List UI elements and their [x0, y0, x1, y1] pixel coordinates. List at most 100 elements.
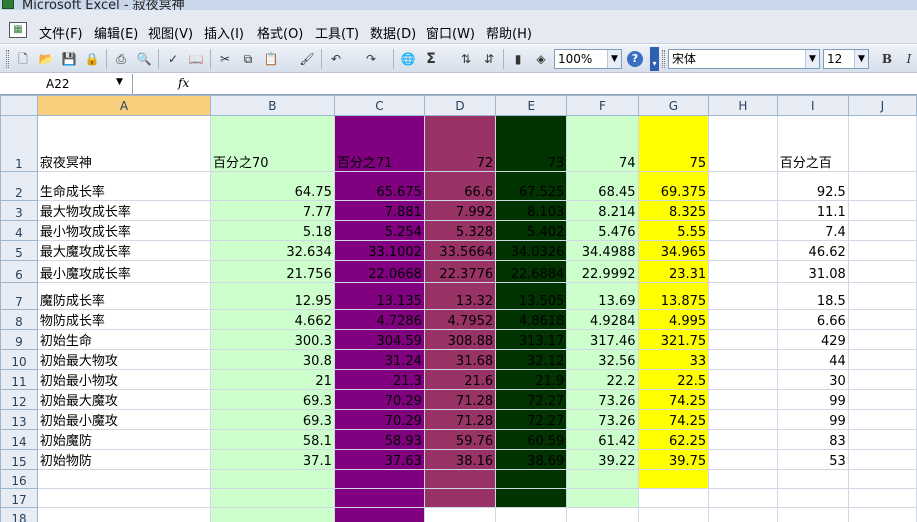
cell-d3[interactable]: 7.992 — [423, 200, 497, 221]
row-header[interactable]: 17 — [0, 488, 38, 508]
cell-c5[interactable]: 33.1002 — [333, 240, 425, 261]
cell-g6[interactable]: 23.31 — [637, 260, 710, 283]
cell-b6[interactable]: 21.756 — [209, 260, 335, 283]
cell-j17[interactable] — [847, 488, 917, 508]
cell-b12[interactable]: 69.3 — [209, 389, 335, 410]
cell-c9[interactable]: 304.59 — [333, 329, 425, 350]
toolbar-grip[interactable] — [6, 50, 9, 68]
cell-g5[interactable]: 34.965 — [637, 240, 710, 261]
cell-j6[interactable] — [847, 260, 917, 283]
cell-d4[interactable]: 5.328 — [423, 220, 497, 241]
sort-ascending-icon[interactable]: ⇅ — [457, 50, 475, 68]
cell-c7[interactable]: 13.135 — [333, 282, 425, 310]
workbook-icon[interactable]: ▦ — [9, 22, 27, 38]
cell-j7[interactable] — [847, 282, 917, 310]
cell-g3[interactable]: 8.325 — [637, 200, 710, 221]
cell-a11[interactable]: 初始最小物攻 — [36, 369, 211, 390]
cell-g1[interactable]: 75 — [637, 115, 710, 172]
chevron-down-icon[interactable]: ▼ — [116, 77, 123, 87]
cell-c18[interactable] — [333, 507, 425, 522]
font-size-select[interactable]: 12 ▼ — [823, 49, 869, 69]
row-header[interactable]: 5 — [0, 240, 38, 261]
cell-e13[interactable]: 72.27 — [495, 409, 568, 430]
cell-j9[interactable] — [847, 329, 917, 350]
cell-e6[interactable]: 22.6884 — [495, 260, 568, 283]
cell-i14[interactable]: 83 — [776, 429, 849, 450]
format-painter-icon[interactable]: 🖌 — [298, 50, 316, 68]
cell-i2[interactable]: 92.5 — [776, 171, 849, 201]
column-header-i[interactable]: I — [776, 95, 849, 116]
cell-h12[interactable] — [708, 389, 778, 410]
cell-a10[interactable]: 初始最大物攻 — [36, 349, 211, 370]
cell-c17[interactable] — [333, 488, 425, 508]
cell-e8[interactable]: 4.8618 — [495, 309, 568, 330]
cell-b3[interactable]: 7.77 — [209, 200, 335, 221]
cell-d17[interactable] — [423, 488, 497, 508]
cell-h15[interactable] — [708, 449, 778, 470]
cell-e12[interactable]: 72.27 — [495, 389, 568, 410]
cell-h5[interactable] — [708, 240, 778, 261]
cell-e9[interactable]: 313.17 — [495, 329, 568, 350]
cell-c2[interactable]: 65.675 — [333, 171, 425, 201]
cell-e10[interactable]: 32.12 — [495, 349, 568, 370]
toolbar-options-button[interactable]: ▾ — [650, 47, 659, 71]
cell-c15[interactable]: 37.63 — [333, 449, 425, 470]
cell-b7[interactable]: 12.95 — [209, 282, 335, 310]
row-header[interactable]: 1 — [0, 115, 38, 172]
menu-insert[interactable]: 插入(I) — [204, 23, 244, 42]
cell-f4[interactable]: 5.476 — [566, 220, 639, 241]
menu-edit[interactable]: 编辑(E) — [94, 23, 138, 42]
cell-b10[interactable]: 30.8 — [209, 349, 335, 370]
cell-g9[interactable]: 321.75 — [637, 329, 710, 350]
column-header-g[interactable]: G — [637, 95, 710, 116]
cell-i4[interactable]: 7.4 — [776, 220, 849, 241]
cell-h16[interactable] — [708, 469, 778, 489]
redo-icon[interactable]: ↷ — [362, 50, 380, 68]
cell-h18[interactable] — [708, 507, 778, 522]
cell-e14[interactable]: 60.59 — [495, 429, 568, 450]
cell-i13[interactable]: 99 — [776, 409, 849, 430]
cell-j3[interactable] — [847, 200, 917, 221]
cell-j5[interactable] — [847, 240, 917, 261]
spelling-icon[interactable]: ✓ — [164, 50, 182, 68]
cell-j4[interactable] — [847, 220, 917, 241]
cell-b8[interactable]: 4.662 — [209, 309, 335, 330]
cell-f8[interactable]: 4.9284 — [566, 309, 639, 330]
cell-f5[interactable]: 34.4988 — [566, 240, 639, 261]
cell-h6[interactable] — [708, 260, 778, 283]
cell-d18[interactable] — [423, 507, 497, 522]
row-header[interactable]: 10 — [0, 349, 38, 370]
cell-i1[interactable]: 百分之百 — [776, 115, 849, 172]
italic-button[interactable]: I — [900, 50, 917, 68]
cell-c4[interactable]: 5.254 — [333, 220, 425, 241]
cell-c8[interactable]: 4.7286 — [333, 309, 425, 330]
insert-function-icon[interactable]: fx — [178, 76, 189, 90]
cell-e18[interactable] — [495, 507, 568, 522]
row-header[interactable]: 12 — [0, 389, 38, 410]
cell-c13[interactable]: 70.29 — [333, 409, 425, 430]
cell-b4[interactable]: 5.18 — [209, 220, 335, 241]
cell-g18[interactable] — [637, 507, 710, 522]
cell-f9[interactable]: 317.46 — [566, 329, 639, 350]
cell-e7[interactable]: 13.505 — [495, 282, 568, 310]
save-icon[interactable]: 💾 — [60, 50, 78, 68]
cell-a18[interactable] — [36, 507, 211, 522]
column-header-c[interactable]: C — [333, 95, 425, 116]
cell-j11[interactable] — [847, 369, 917, 390]
row-header[interactable]: 7 — [0, 282, 38, 310]
cell-c11[interactable]: 21.3 — [333, 369, 425, 390]
cell-j1[interactable] — [847, 115, 917, 172]
cell-h1[interactable] — [708, 115, 778, 172]
menu-tools[interactable]: 工具(T) — [315, 23, 359, 42]
cell-d16[interactable] — [423, 469, 497, 489]
font-name-select[interactable]: 宋体 ▼ — [668, 49, 820, 69]
cell-d12[interactable]: 71.28 — [423, 389, 497, 410]
print-icon[interactable]: ⎙ — [112, 50, 130, 68]
formula-input[interactable] — [196, 74, 917, 94]
cell-e15[interactable]: 38.69 — [495, 449, 568, 470]
cell-a1[interactable]: 寂夜冥神 — [36, 115, 211, 172]
cell-c3[interactable]: 7.881 — [333, 200, 425, 221]
chart-wizard-icon[interactable]: ▮ — [509, 50, 527, 68]
cell-e3[interactable]: 8.103 — [495, 200, 568, 221]
cell-g11[interactable]: 22.5 — [637, 369, 710, 390]
